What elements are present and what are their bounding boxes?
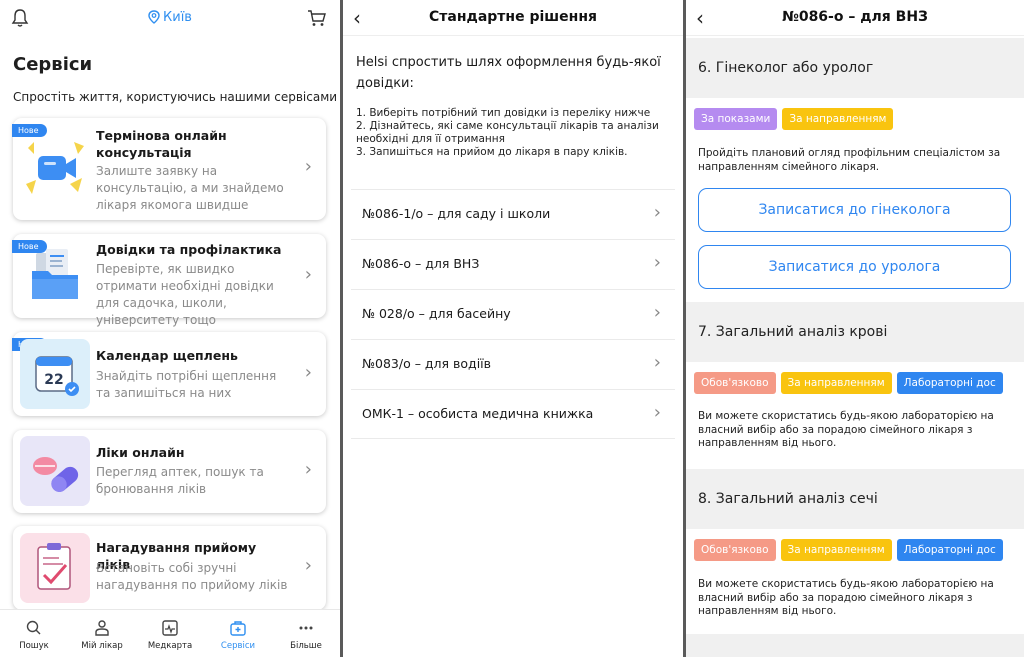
tag-by-referral: За направленням <box>780 372 892 394</box>
more-dots-icon <box>299 626 313 630</box>
cart-icon[interactable] <box>307 8 327 32</box>
tag-by-indication: За показами <box>694 108 778 130</box>
section-description: Ви можете скористатись будь-якою лаборат… <box>698 578 994 617</box>
chevron-right-icon: › <box>653 402 661 423</box>
tag-mandatory: Обов'язково <box>694 539 776 561</box>
card-title: Календар щеплень <box>96 348 238 363</box>
tab-label: Пошук <box>19 641 49 651</box>
tab-search[interactable]: Пошук <box>0 610 68 657</box>
search-icon <box>26 620 41 635</box>
city-label: Київ <box>163 10 192 25</box>
section-title: 6. Гінеколог або уролог <box>698 60 874 76</box>
book-urologist-button[interactable]: Записатися до уролога <box>698 245 1011 289</box>
city-selector[interactable]: Київ <box>0 10 340 25</box>
tab-label: Сервіси <box>220 641 256 651</box>
certificate-list: №086-1/о – для саду і школи › №086-о – д… <box>351 189 675 439</box>
pills-icon <box>20 436 90 506</box>
chevron-right-icon: › <box>653 202 661 223</box>
tab-medcard[interactable]: Медкарта <box>136 610 204 657</box>
step-item: 3. Запишіться на прийом до лікаря в пару… <box>356 146 628 158</box>
certificate-item[interactable]: № 028/о – для басейну › <box>351 289 675 339</box>
section-header: 7. Загальний аналіз крові <box>686 302 1024 362</box>
page-title: Стандартне рішення <box>429 9 597 25</box>
tab-services[interactable]: Сервіси <box>204 610 272 657</box>
certificate-item[interactable]: №086-о – для ВНЗ › <box>351 239 675 289</box>
page-title: №086-о – для ВНЗ <box>781 9 928 25</box>
section-header-next <box>686 634 1024 657</box>
medical-card-icon <box>162 620 178 636</box>
tab-more[interactable]: Більше <box>272 610 340 657</box>
card-description: Перевірте, як швидко отримати необхідні … <box>96 262 274 327</box>
certificate-label: №086-о – для ВНЗ <box>362 256 480 271</box>
card-description: Перегляд аптек, пошук та бронювання лікі… <box>96 465 264 496</box>
service-card-vaccination-calendar[interactable]: Нове 22 Календар щеплень Знайдіть потріб… <box>12 332 326 416</box>
book-gynecologist-button[interactable]: Записатися до гінеколога <box>698 188 1011 232</box>
certificate-item[interactable]: №083/о – для водіїв › <box>351 339 675 389</box>
intro-text: Helsi спростить шлях оформлення будь-яко… <box>356 55 661 91</box>
medkit-icon <box>230 621 246 636</box>
service-card-certificates[interactable]: Нове Довідки та профілактика Перевірте, … <box>12 234 326 327</box>
certificate-label: ОМК-1 – особиста медична книжка <box>362 406 594 421</box>
chevron-right-icon: › <box>304 156 312 177</box>
tag-lab-tests: Лабораторні дос <box>896 372 1003 394</box>
doctor-icon <box>95 620 109 636</box>
section-title: 8. Загальний аналіз сечі <box>698 491 878 507</box>
card-title: Довідки та профілактика <box>96 242 282 257</box>
section-description: Ви можете скористатись будь-якою лаборат… <box>698 410 994 449</box>
bottom-tab-bar: Пошук Мій лікар Медкарта Сервіси Більше <box>0 609 340 657</box>
step-item: 2. Дізнайтесь, які саме консультації лік… <box>356 120 659 145</box>
services-screen: Київ Сервіси Спростіть життя, користуючи… <box>0 0 340 657</box>
tab-label: Медкарта <box>147 641 193 651</box>
chevron-right-icon: › <box>304 555 312 576</box>
card-description: Залиште заявку на консультацію, а ми зна… <box>96 164 284 212</box>
header: ‹ Стандартне рішення <box>343 0 683 36</box>
certificate-label: №086-1/о – для саду і школи <box>362 206 551 221</box>
location-pin-icon <box>148 10 160 24</box>
card-description: Встановіть собі зручні нагадування по пр… <box>96 561 288 592</box>
service-card-medicines-online[interactable]: Ліки онлайн Перегляд аптек, пошук та бро… <box>13 430 326 513</box>
calendar-icon: 22 <box>20 339 90 409</box>
section-title: 7. Загальний аналіз крові <box>698 324 888 340</box>
tag-row: За показами За направленням <box>694 107 898 130</box>
svg-text:22: 22 <box>44 372 63 388</box>
certificate-item[interactable]: №086-1/о – для саду і школи › <box>351 189 675 239</box>
chevron-right-icon: › <box>653 302 661 323</box>
tab-my-doctor[interactable]: Мій лікар <box>68 610 136 657</box>
section-header: 8. Загальний аналіз сечі <box>686 469 1024 529</box>
chevron-right-icon: › <box>304 362 312 383</box>
certificate-label: №083/о – для водіїв <box>362 356 492 371</box>
card-title: Термінова онлайн консультація <box>96 128 227 160</box>
step-item: 1. Виберіть потрібний тип довідки із пер… <box>356 107 651 119</box>
tab-label: Більше <box>290 641 322 651</box>
header: ‹ №086-о – для ВНЗ <box>686 0 1024 36</box>
clipboard-check-icon <box>20 533 90 603</box>
section-description: Пройдіть плановий огляд профільним спеці… <box>698 147 1001 173</box>
card-title: Ліки онлайн <box>96 445 185 460</box>
card-description: Знайдіть потрібні щеплення та запишіться… <box>96 369 277 400</box>
video-call-icon <box>20 134 90 204</box>
tab-label: Мій лікар <box>81 641 123 651</box>
chevron-right-icon: › <box>304 459 312 480</box>
service-card-urgent-consultation[interactable]: Нове Термінова онлайн консультація Залиш… <box>12 118 326 220</box>
tag-row: Обов'язково За направленням Лабораторні до… <box>694 538 1008 561</box>
tag-lab-tests: Лабораторні дос <box>896 539 1003 561</box>
service-card-medication-reminder[interactable]: Нагадування прийому ліків Встановіть соб… <box>13 526 326 610</box>
page-subtitle: Спростіть життя, користуючись нашими сер… <box>13 90 338 104</box>
certificate-item[interactable]: ОМК-1 – особиста медична книжка › <box>351 389 675 439</box>
tag-by-referral: За направленням <box>782 108 894 130</box>
standard-solution-screen: ‹ Стандартне рішення Helsi спростить шля… <box>343 0 683 657</box>
tag-by-referral: За направленням <box>780 539 892 561</box>
tag-row: Обов'язково За направленням Лабораторні до… <box>694 371 1008 394</box>
chevron-right-icon: › <box>304 264 312 285</box>
certificate-detail-screen: ‹ №086-о – для ВНЗ 6. Гінеколог або урол… <box>686 0 1024 657</box>
chevron-right-icon: › <box>653 252 661 273</box>
section-header: 6. Гінеколог або уролог <box>686 38 1024 98</box>
steps-list: 1. Виберіть потрібний тип довідки із пер… <box>356 107 673 159</box>
top-bar: Київ <box>0 0 340 36</box>
certificate-label: № 028/о – для басейну <box>362 306 511 321</box>
page-title: Сервіси <box>13 54 93 75</box>
tag-mandatory: Обов'язково <box>694 372 776 394</box>
folder-documents-icon <box>20 241 90 311</box>
chevron-right-icon: › <box>653 352 661 373</box>
